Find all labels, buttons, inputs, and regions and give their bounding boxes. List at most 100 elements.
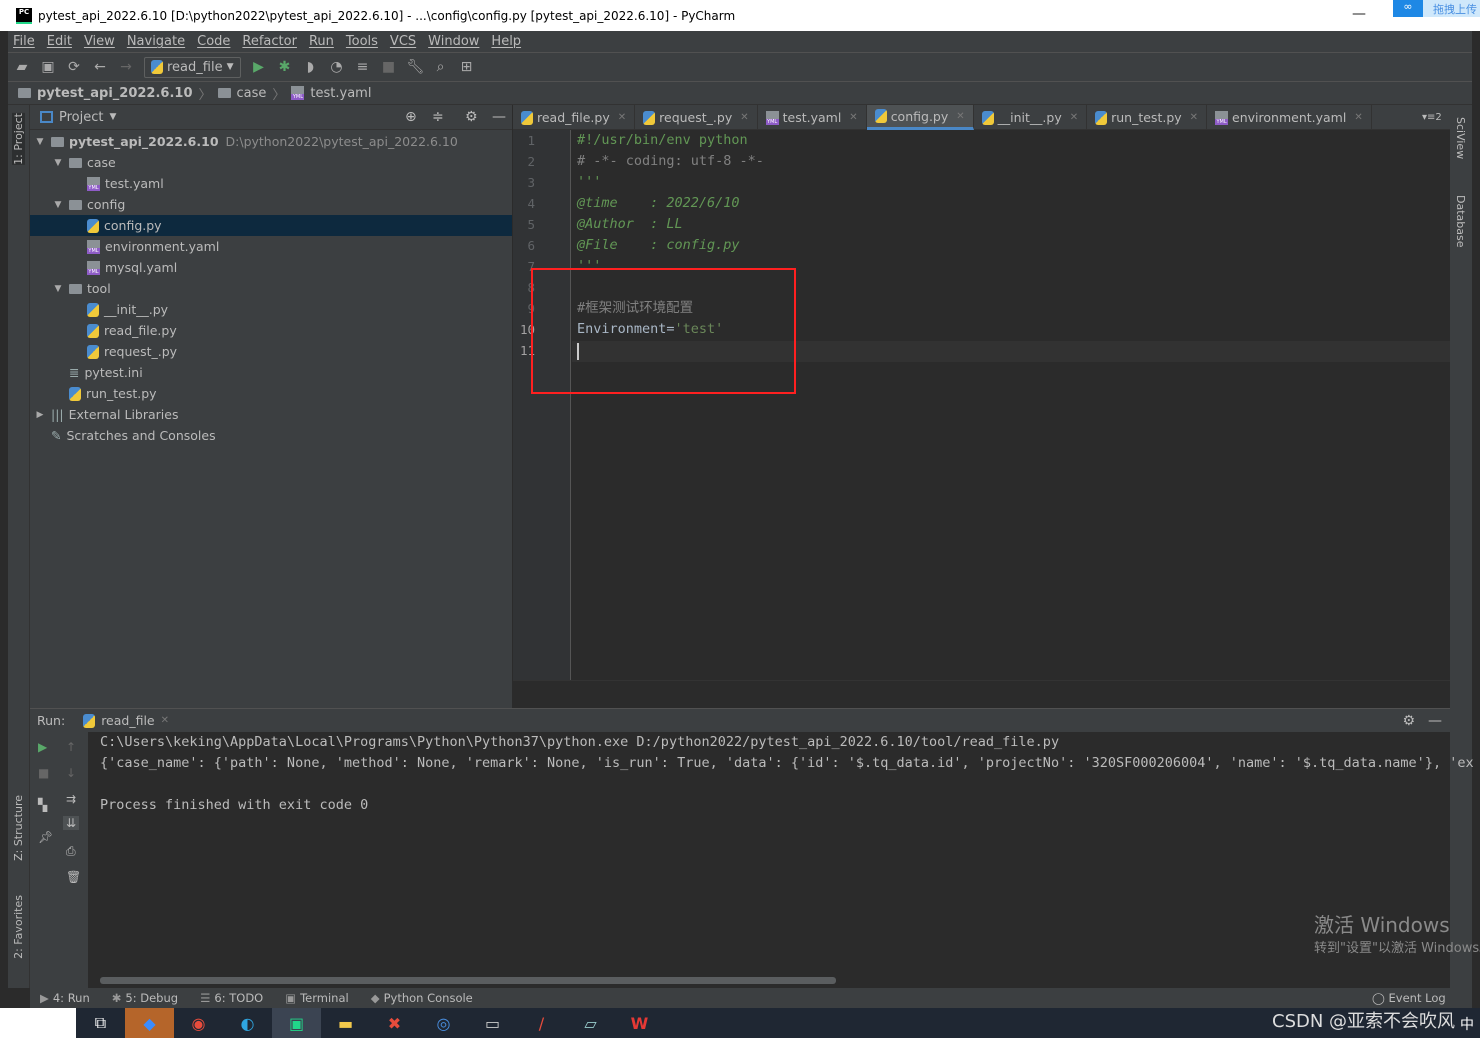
scroll-to-end-icon[interactable]: ⇊ — [63, 816, 80, 830]
close-tab-icon[interactable]: ✕ — [956, 111, 964, 122]
trash-icon[interactable]: 🗑︎ — [66, 870, 81, 884]
tree-item[interactable]: run_test.py — [30, 383, 512, 404]
anaconda-icon[interactable]: ◎ — [419, 1008, 468, 1038]
run-tab-read-file[interactable]: read_file — [101, 713, 154, 728]
tab-read-file-py[interactable]: read_file.py ✕ — [513, 105, 636, 130]
pin-icon[interactable]: 📌︎ — [38, 830, 53, 844]
edge-icon[interactable]: ◐ — [223, 1008, 272, 1038]
gear-icon[interactable]: ⚙ — [465, 109, 478, 125]
menu-code[interactable]: Code — [197, 34, 230, 49]
locate-icon[interactable]: ⊕ — [405, 109, 417, 125]
tab-environment-yaml[interactable]: environment.yaml ✕ — [1207, 105, 1372, 130]
tree-item[interactable]: ▼ case — [30, 152, 512, 173]
sciview-tool-button[interactable]: SciView — [1454, 117, 1467, 159]
open-folder-icon[interactable]: ▰ — [14, 59, 30, 75]
expand-arrow-icon[interactable]: ▼ — [52, 200, 64, 210]
tool-button----run[interactable]: ▶ 4: Run — [40, 991, 90, 1005]
menu-window[interactable]: Window — [428, 34, 479, 49]
run-icon[interactable]: ▶ — [251, 59, 267, 75]
breadcrumb-case[interactable]: case — [237, 86, 267, 101]
close-icon[interactable]: ✕ — [161, 715, 169, 726]
layout-icon[interactable]: ▚ — [38, 798, 47, 812]
minimize-button[interactable]: — — [1352, 6, 1366, 22]
close-tab-icon[interactable]: ✕ — [1354, 112, 1362, 123]
gear-icon[interactable]: ⚙ — [1402, 713, 1415, 729]
console-output[interactable]: C:\Users\keking\AppData\Local\Programs\P… — [100, 732, 1474, 816]
tree-item[interactable]: environment.yaml — [30, 236, 512, 257]
tab-run-test-py[interactable]: run_test.py ✕ — [1087, 105, 1208, 130]
rerun-icon[interactable]: ▶ — [38, 740, 47, 754]
tab---init---py[interactable]: __init__.py ✕ — [974, 105, 1088, 130]
breadcrumb-file[interactable]: test.yaml — [310, 86, 371, 101]
save-icon[interactable]: ▣ — [40, 59, 56, 75]
tool-button-terminal[interactable]: ▣ Terminal — [285, 991, 348, 1005]
expand-arrow-icon[interactable]: ▶ — [34, 410, 46, 420]
xmind-icon[interactable]: ✖ — [370, 1008, 419, 1038]
menu-refactor[interactable]: Refactor — [242, 34, 297, 49]
close-tab-icon[interactable]: ✕ — [618, 112, 626, 123]
concurrency-icon[interactable]: ≡ — [355, 59, 371, 75]
chrome-icon[interactable]: ◉ — [174, 1008, 223, 1038]
tree-item[interactable]: ▼ tool — [30, 278, 512, 299]
search-icon[interactable]: ⌕ — [433, 59, 449, 75]
close-tab-icon[interactable]: ✕ — [849, 112, 857, 123]
pen-icon[interactable]: / — [517, 1008, 566, 1038]
wps-icon[interactable]: W — [615, 1008, 664, 1038]
stop-icon[interactable]: ■ — [38, 766, 49, 780]
tree-item[interactable]: config.py — [30, 215, 512, 236]
menu-help[interactable]: Help — [491, 34, 521, 49]
coverage-icon[interactable]: ◗ — [303, 59, 319, 75]
tool-button-python-console[interactable]: ◆ Python Console — [371, 991, 473, 1005]
tree-item[interactable]: ▼ config — [30, 194, 512, 215]
tree-item[interactable]: ▼ pytest_api_2022.6.10 D:\python2022\pytes… — [30, 131, 512, 152]
project-tool-button[interactable]: 1: Project — [12, 113, 25, 165]
expand-arrow-icon[interactable]: ▼ — [52, 158, 64, 168]
tab-request--py[interactable]: request_.py ✕ — [635, 105, 758, 130]
tree-item[interactable]: ✎ Scratches and Consoles — [30, 425, 512, 446]
sync-icon[interactable]: ⟳ — [66, 59, 82, 75]
tab-overflow-button[interactable]: ▾≡2 — [1422, 112, 1442, 123]
ime-indicator[interactable]: 中 — [1460, 1014, 1474, 1034]
expand-arrow-icon[interactable]: ▼ — [52, 284, 64, 294]
tool-button----todo[interactable]: ☰ 6: TODO — [200, 991, 263, 1005]
event-log-button[interactable]: ◯ Event Log — [1372, 991, 1446, 1005]
back-icon[interactable]: ← — [92, 59, 108, 75]
tree-item[interactable]: mysql.yaml — [30, 257, 512, 278]
up-icon[interactable]: ↑ — [66, 740, 76, 754]
vcs-icon[interactable]: ⊞ — [459, 59, 475, 75]
hide-icon[interactable]: — — [1428, 713, 1442, 729]
terminal-icon[interactable]: ▭ — [468, 1008, 517, 1038]
tree-item[interactable]: __init__.py — [30, 299, 512, 320]
menu-vcs[interactable]: VCS — [390, 34, 416, 49]
notepad-icon[interactable]: ▱ — [566, 1008, 615, 1038]
tree-item[interactable]: request_.py — [30, 341, 512, 362]
collapse-icon[interactable]: ≑ — [432, 109, 444, 125]
wrench-icon[interactable]: 🔧︎ — [407, 59, 425, 75]
profile-icon[interactable]: ◔ — [329, 59, 345, 75]
tool-button----debug[interactable]: ✱ 5: Debug — [112, 991, 178, 1005]
taskbar-search[interactable] — [0, 1008, 76, 1038]
menu-edit[interactable]: Edit — [47, 34, 72, 49]
database-tool-button[interactable]: Database — [1454, 195, 1467, 248]
cloud-upload-widget[interactable]: ∞ 拖拽上传 — [1393, 0, 1480, 17]
stop-icon[interactable]: ■ — [381, 59, 397, 75]
debug-icon[interactable]: ✱ — [277, 59, 293, 75]
print-icon[interactable]: ⎙ — [66, 844, 76, 859]
task-view-icon[interactable]: ⧉ — [76, 1008, 125, 1038]
breadcrumb-project[interactable]: pytest_api_2022.6.10 — [37, 86, 193, 101]
pycharm-icon[interactable]: ▣ — [272, 1008, 321, 1038]
menu-run[interactable]: Run — [309, 34, 334, 49]
tree-item[interactable]: test.yaml — [30, 173, 512, 194]
tree-item[interactable]: ▶ ||| External Libraries — [30, 404, 512, 425]
menu-view[interactable]: View — [84, 34, 115, 49]
file-explorer-icon[interactable]: ▬ — [321, 1008, 370, 1038]
code-editor[interactable]: #!/usr/bin/env python # -*- coding: utf-8… — [572, 130, 1450, 680]
close-tab-icon[interactable]: ✕ — [740, 112, 748, 123]
menu-navigate[interactable]: Navigate — [127, 34, 185, 49]
run-config-select[interactable]: read_file ▼ — [144, 56, 241, 78]
expand-arrow-icon[interactable]: ▼ — [34, 137, 46, 147]
favorites-tool-button[interactable]: 2: Favorites — [12, 895, 25, 959]
down-icon[interactable]: ↓ — [66, 766, 76, 780]
structure-tool-button[interactable]: Z: Structure — [12, 795, 25, 861]
close-tab-icon[interactable]: ✕ — [1070, 112, 1078, 123]
